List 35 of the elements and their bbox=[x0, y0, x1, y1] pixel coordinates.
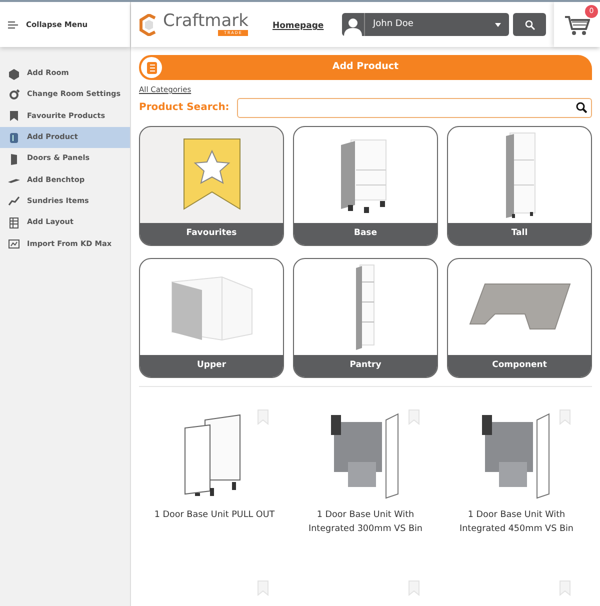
category-tile[interactable]: Favourites bbox=[139, 126, 284, 246]
user-dropdown[interactable]: John Doe bbox=[365, 13, 509, 36]
caret-icon bbox=[495, 22, 501, 26]
category-tile[interactable]: Base bbox=[293, 126, 438, 246]
gear-icon bbox=[8, 88, 20, 101]
layout-icon bbox=[8, 216, 20, 229]
cabinet-icon bbox=[146, 60, 158, 74]
bookmark-icon[interactable] bbox=[558, 408, 572, 424]
box-icon bbox=[8, 68, 20, 80]
panel-title: Add Product bbox=[332, 60, 399, 74]
product-name: 1 Door Base Unit With Integrated 300mm VS Bin bbox=[307, 508, 424, 536]
product-name: 1 Door Base Unit PULL OUT bbox=[154, 508, 275, 522]
star-ribbon-icon bbox=[182, 137, 242, 212]
logo-text: Craftmark bbox=[163, 13, 248, 30]
category-tile[interactable]: Upper bbox=[139, 258, 284, 378]
cabinet-icon bbox=[8, 132, 20, 144]
bookmark-icon[interactable] bbox=[407, 580, 421, 596]
bookmark-icon[interactable] bbox=[256, 580, 270, 596]
menu-icon bbox=[8, 20, 18, 28]
search-label: Product Search: bbox=[139, 101, 230, 115]
door-icon bbox=[8, 152, 20, 165]
search-field[interactable] bbox=[237, 98, 592, 118]
search-icon bbox=[524, 20, 534, 30]
bookmark-icon bbox=[8, 110, 20, 122]
category-tile[interactable]: Tall bbox=[447, 126, 592, 246]
search-icon bbox=[576, 102, 587, 113]
product-name: 1 Door Base Unit With Integrated 450mm VS Bin bbox=[458, 508, 575, 536]
bookmark-icon[interactable] bbox=[256, 408, 270, 424]
avatar-icon bbox=[342, 13, 365, 36]
homepage-link[interactable]: Homepage bbox=[272, 20, 324, 33]
search-button[interactable] bbox=[513, 13, 546, 36]
bookmark-icon[interactable] bbox=[407, 408, 421, 424]
bookmark-icon[interactable] bbox=[558, 580, 572, 596]
category-tile[interactable]: Component bbox=[447, 258, 592, 378]
category-tile[interactable]: Pantry bbox=[293, 258, 438, 378]
